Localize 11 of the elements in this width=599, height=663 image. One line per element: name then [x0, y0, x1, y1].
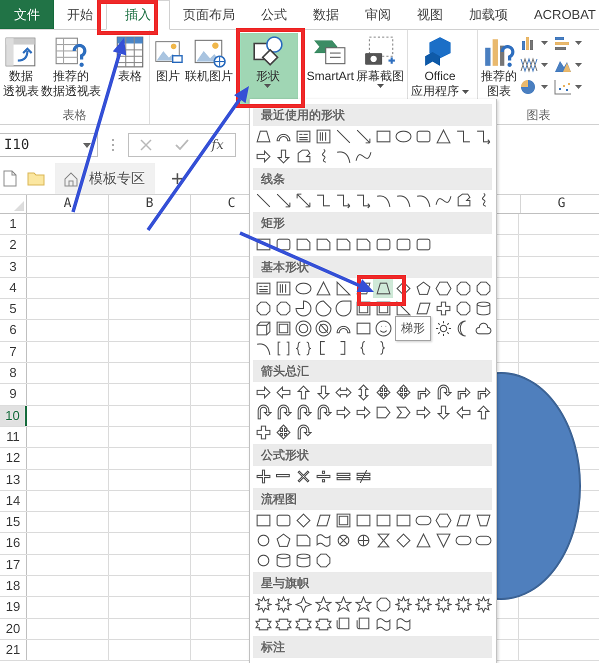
section-header: 公式形状 — [253, 444, 492, 466]
section-header: 流程图 — [253, 488, 492, 510]
section-header: 箭头总汇 — [253, 360, 492, 382]
section-header: 矩形 — [253, 212, 492, 234]
section-header: 线条 — [253, 168, 492, 190]
tooltip: 梯形 — [395, 316, 431, 341]
section-header: 标注 — [253, 636, 492, 658]
group-label: 表格 — [62, 107, 86, 124]
section-header: 星与旗帜 — [253, 572, 492, 594]
group-label: 图表 — [526, 107, 550, 124]
section-header: 最近使用的形状 — [253, 104, 492, 126]
